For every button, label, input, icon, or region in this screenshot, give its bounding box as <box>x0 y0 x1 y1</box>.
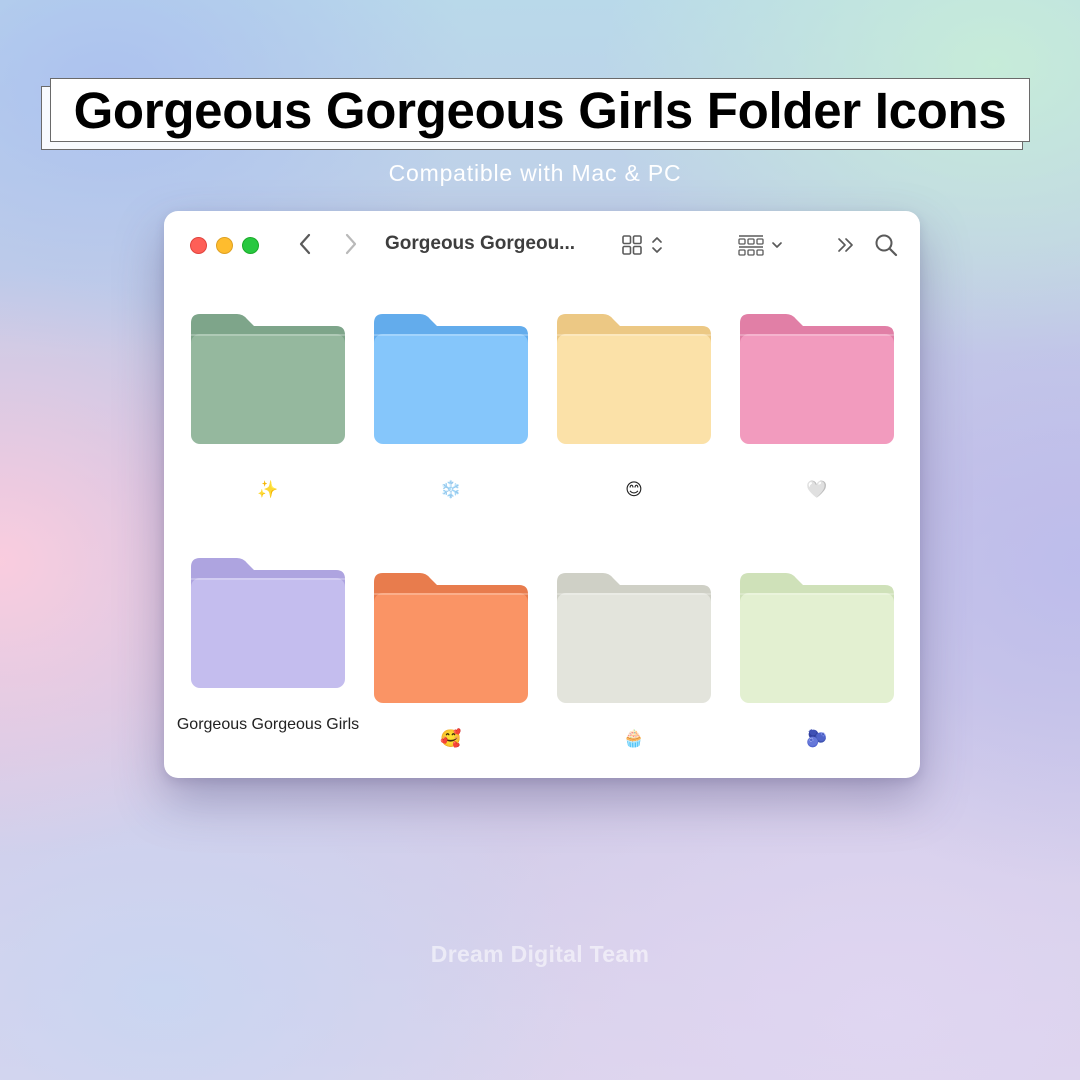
group-by-icon <box>738 235 782 256</box>
folder-item[interactable]: 🤍 <box>713 279 896 529</box>
title-banner: Gorgeous Gorgeous Girls Folder Icons <box>41 78 1030 150</box>
toolbar-overflow-button[interactable] <box>834 233 858 257</box>
page-title: Gorgeous Gorgeous Girls Folder Icons <box>73 81 1007 139</box>
folder-item[interactable]: ❄️ <box>347 279 530 529</box>
view-mode-button[interactable] <box>620 232 670 258</box>
window-title: Gorgeous Gorgeou... <box>385 233 576 254</box>
folder-icon <box>374 314 528 444</box>
zoom-window-button[interactable] <box>242 237 259 254</box>
folder-item[interactable]: 🥰 <box>347 538 530 788</box>
window-toolbar: Gorgeous Gorgeou... <box>164 211 920 279</box>
folder-icon <box>557 573 711 703</box>
folder-item[interactable]: 🫐 <box>713 538 896 788</box>
folder-label: 🧁 <box>623 729 645 748</box>
folder-label: Gorgeous Gorgeous Girls <box>176 716 360 733</box>
folder-item[interactable]: ✨ <box>164 279 347 529</box>
folder-icon <box>191 558 345 688</box>
grid-view-icon <box>622 235 662 255</box>
folder-icon <box>557 314 711 444</box>
chevron-left-icon <box>299 233 311 255</box>
chevron-right-icon <box>345 233 357 255</box>
folder-label: 🫐 <box>806 729 828 748</box>
search-icon <box>875 234 898 257</box>
forward-button[interactable] <box>338 231 364 257</box>
folder-label: 🥰 <box>440 729 462 748</box>
title-banner-box: Gorgeous Gorgeous Girls Folder Icons <box>50 78 1030 142</box>
folder-item[interactable]: 😊 <box>530 279 713 529</box>
folder-item[interactable]: Gorgeous Gorgeous Girls <box>164 538 359 788</box>
minimize-window-button[interactable] <box>216 237 233 254</box>
folder-label: ✨ <box>257 480 279 499</box>
folder-icon <box>740 573 894 703</box>
group-by-button[interactable] <box>736 232 788 258</box>
back-button[interactable] <box>292 231 318 257</box>
folder-icon <box>740 314 894 444</box>
folder-item[interactable]: 🧁 <box>530 538 713 788</box>
folder-icon <box>191 314 345 444</box>
close-window-button[interactable] <box>190 237 207 254</box>
folder-label: 😊 <box>625 480 643 499</box>
double-chevron-icon <box>838 238 853 252</box>
page-subtitle: Compatible with Mac & PC <box>388 160 682 186</box>
finder-window: Gorgeous Gorgeou... ✨ ❄️ 😊 🤍 Gorgeous Go… <box>164 211 920 778</box>
folder-icon <box>374 573 528 703</box>
folder-label: ❄️ <box>440 480 462 499</box>
watermark: Dream Digital Team <box>430 941 650 967</box>
search-button[interactable] <box>873 232 899 258</box>
folder-grid: ✨ ❄️ 😊 🤍 Gorgeous Gorgeous Girls 🥰 🧁 🫐 <box>164 279 920 778</box>
folder-label: 🤍 <box>806 480 828 499</box>
